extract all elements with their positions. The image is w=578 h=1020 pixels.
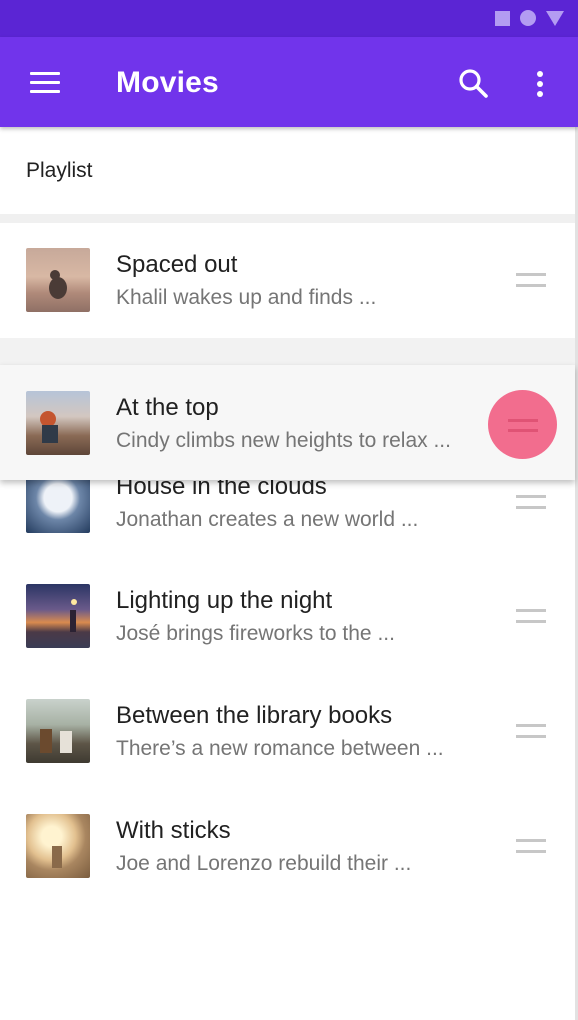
drag-handle-line xyxy=(516,273,546,276)
menu-icon-line xyxy=(30,81,60,84)
item-title: With sticks xyxy=(116,817,231,844)
more-vert-icon-dot xyxy=(537,71,543,77)
search-button[interactable] xyxy=(455,65,491,101)
drag-handle-line xyxy=(516,850,546,853)
item-title: At the top xyxy=(116,394,219,421)
square-icon xyxy=(495,10,510,26)
item-subtitle: Joe and Lorenzo rebuild their ... xyxy=(116,852,412,875)
item-title: Spaced out xyxy=(116,251,238,278)
item-title: Between the library books xyxy=(116,702,393,729)
circle-icon xyxy=(520,10,536,26)
status-bar xyxy=(0,0,578,37)
drag-handle-icon[interactable] xyxy=(512,724,546,740)
drag-handle-icon[interactable] xyxy=(512,495,546,511)
item-subtitle: Khalil wakes up and finds ... xyxy=(116,286,377,309)
section-label: Playlist xyxy=(26,159,93,182)
drag-handle-line xyxy=(516,620,546,623)
app-bar: Movies xyxy=(0,37,578,127)
drag-handle-line xyxy=(516,506,546,509)
list-item[interactable]: Between the library books There’s a new … xyxy=(0,678,578,793)
menu-icon-line xyxy=(30,72,60,75)
more-options-button[interactable] xyxy=(528,65,552,101)
item-subtitle: José brings fireworks to the ... xyxy=(116,622,395,645)
item-subtitle: Cindy climbs new heights to relax ... xyxy=(116,429,451,452)
item-subtitle: Jonathan creates a new world ... xyxy=(116,508,419,531)
thumbnail-image xyxy=(26,391,90,455)
list-item-dragging[interactable]: At the top Cindy climbs new heights to r… xyxy=(0,365,575,480)
menu-button[interactable] xyxy=(26,68,64,96)
thumbnail-image xyxy=(26,248,90,312)
drag-handle-icon[interactable] xyxy=(512,839,546,855)
list-item[interactable]: Spaced out Khalil wakes up and finds ... xyxy=(0,223,578,338)
item-subtitle: There’s a new romance between ... xyxy=(116,737,444,760)
menu-icon-line xyxy=(30,90,60,93)
item-title: Lighting up the night xyxy=(116,587,333,614)
thumbnail-image xyxy=(26,584,90,648)
drag-handle-line xyxy=(516,839,546,842)
drag-handle-line xyxy=(516,724,546,727)
drop-placeholder xyxy=(0,338,578,365)
status-icons xyxy=(495,10,564,26)
drag-handle-active[interactable] xyxy=(488,390,557,459)
drag-handle-icon[interactable] xyxy=(512,609,546,625)
more-vert-icon-dot xyxy=(537,81,543,87)
drag-handle-line xyxy=(516,735,546,738)
list-item[interactable]: Lighting up the night José brings firewo… xyxy=(0,563,578,678)
drag-handle-line xyxy=(508,429,538,432)
drag-handle-line xyxy=(508,419,538,422)
thumbnail-image xyxy=(26,814,90,878)
page-title: Movies xyxy=(116,66,219,99)
divider xyxy=(0,214,578,223)
section-header: Playlist xyxy=(0,127,578,215)
drag-handle-line xyxy=(516,495,546,498)
thumbnail-image xyxy=(26,699,90,763)
drag-handle-icon[interactable] xyxy=(512,273,546,289)
drag-handle-line xyxy=(516,284,546,287)
triangle-icon xyxy=(546,10,564,26)
search-icon xyxy=(459,69,488,98)
drag-handle-line xyxy=(516,609,546,612)
list-item[interactable]: With sticks Joe and Lorenzo rebuild thei… xyxy=(0,793,578,908)
more-vert-icon-dot xyxy=(537,91,543,97)
